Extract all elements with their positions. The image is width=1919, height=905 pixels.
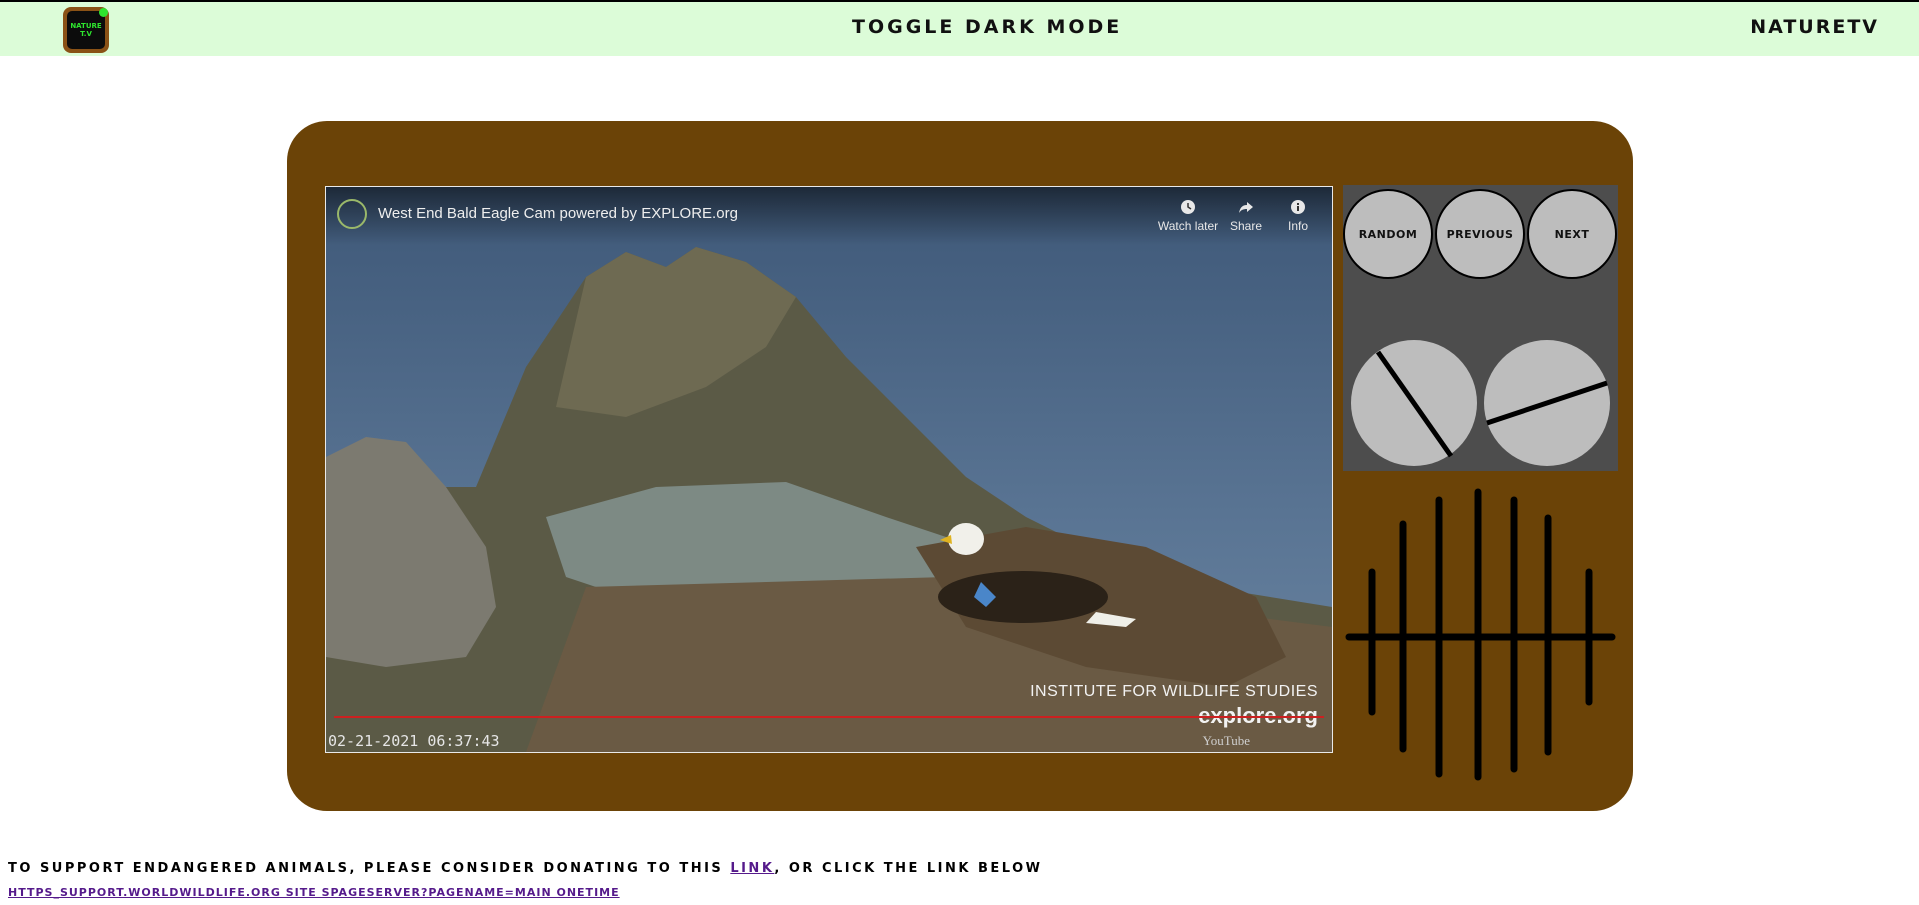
left-dial-knob[interactable]	[1351, 340, 1477, 466]
channel-avatar-icon[interactable]	[337, 199, 367, 229]
speaker-grille-icon	[1345, 488, 1616, 781]
video-frame-scene	[326, 187, 1332, 752]
naturetv-logo[interactable]: NATURE T.V	[63, 7, 109, 53]
logo-screen: NATURE T.V	[67, 8, 108, 49]
donation-text-before: TO SUPPORT ENDANGERED ANIMALS, PLEASE CO…	[8, 861, 731, 876]
video-progress-bar[interactable]	[334, 716, 1324, 718]
video-title[interactable]: West End Bald Eagle Cam powered by EXPLO…	[378, 205, 738, 222]
donation-link[interactable]: LINK	[730, 861, 774, 876]
dial-needle-icon	[1486, 380, 1608, 426]
random-button[interactable]: RANDOM	[1343, 189, 1433, 279]
dial-needle-icon	[1375, 350, 1454, 458]
video-player[interactable]: West End Bald Eagle Cam powered by EXPLO…	[325, 186, 1333, 753]
right-dial-knob[interactable]	[1484, 340, 1610, 466]
logo-text-line1: NATURE	[70, 22, 102, 30]
logo-text-line2: T.V	[80, 30, 92, 38]
top-navbar: NATURE T.V TOGGLE DARK MODE NATURETV	[0, 2, 1919, 56]
youtube-logo[interactable]: YouTube	[1203, 733, 1250, 749]
donation-message: TO SUPPORT ENDANGERED ANIMALS, PLEASE CO…	[8, 861, 1043, 876]
previous-button[interactable]: PREVIOUS	[1435, 189, 1525, 279]
share-label: Share	[1229, 219, 1263, 233]
video-timestamp: 02-21-2021 06:37:43	[328, 732, 500, 750]
share-arrow-icon	[1239, 202, 1253, 213]
clock-icon	[1181, 200, 1195, 214]
donation-text-after: , OR CLICK THE LINK BELOW	[774, 861, 1043, 876]
toggle-dark-mode-button[interactable]: TOGGLE DARK MODE	[852, 16, 1122, 38]
info-label: Info	[1287, 219, 1308, 233]
info-button[interactable]: Info	[1263, 199, 1332, 233]
next-button[interactable]: NEXT	[1527, 189, 1617, 279]
watch-later-label: Watch later	[1157, 219, 1219, 233]
control-panel: RANDOM PREVIOUS NEXT	[1343, 185, 1618, 471]
logo-dot-icon	[99, 8, 108, 17]
donation-url-link[interactable]: HTTPS_SUPPORT.WORLDWILDLIFE.ORG SITE SPA…	[8, 886, 620, 899]
info-icon	[1291, 200, 1305, 214]
brand-title: NATURETV	[1750, 16, 1879, 38]
institute-watermark: INSTITUTE FOR WILDLIFE STUDIES	[1030, 683, 1318, 700]
